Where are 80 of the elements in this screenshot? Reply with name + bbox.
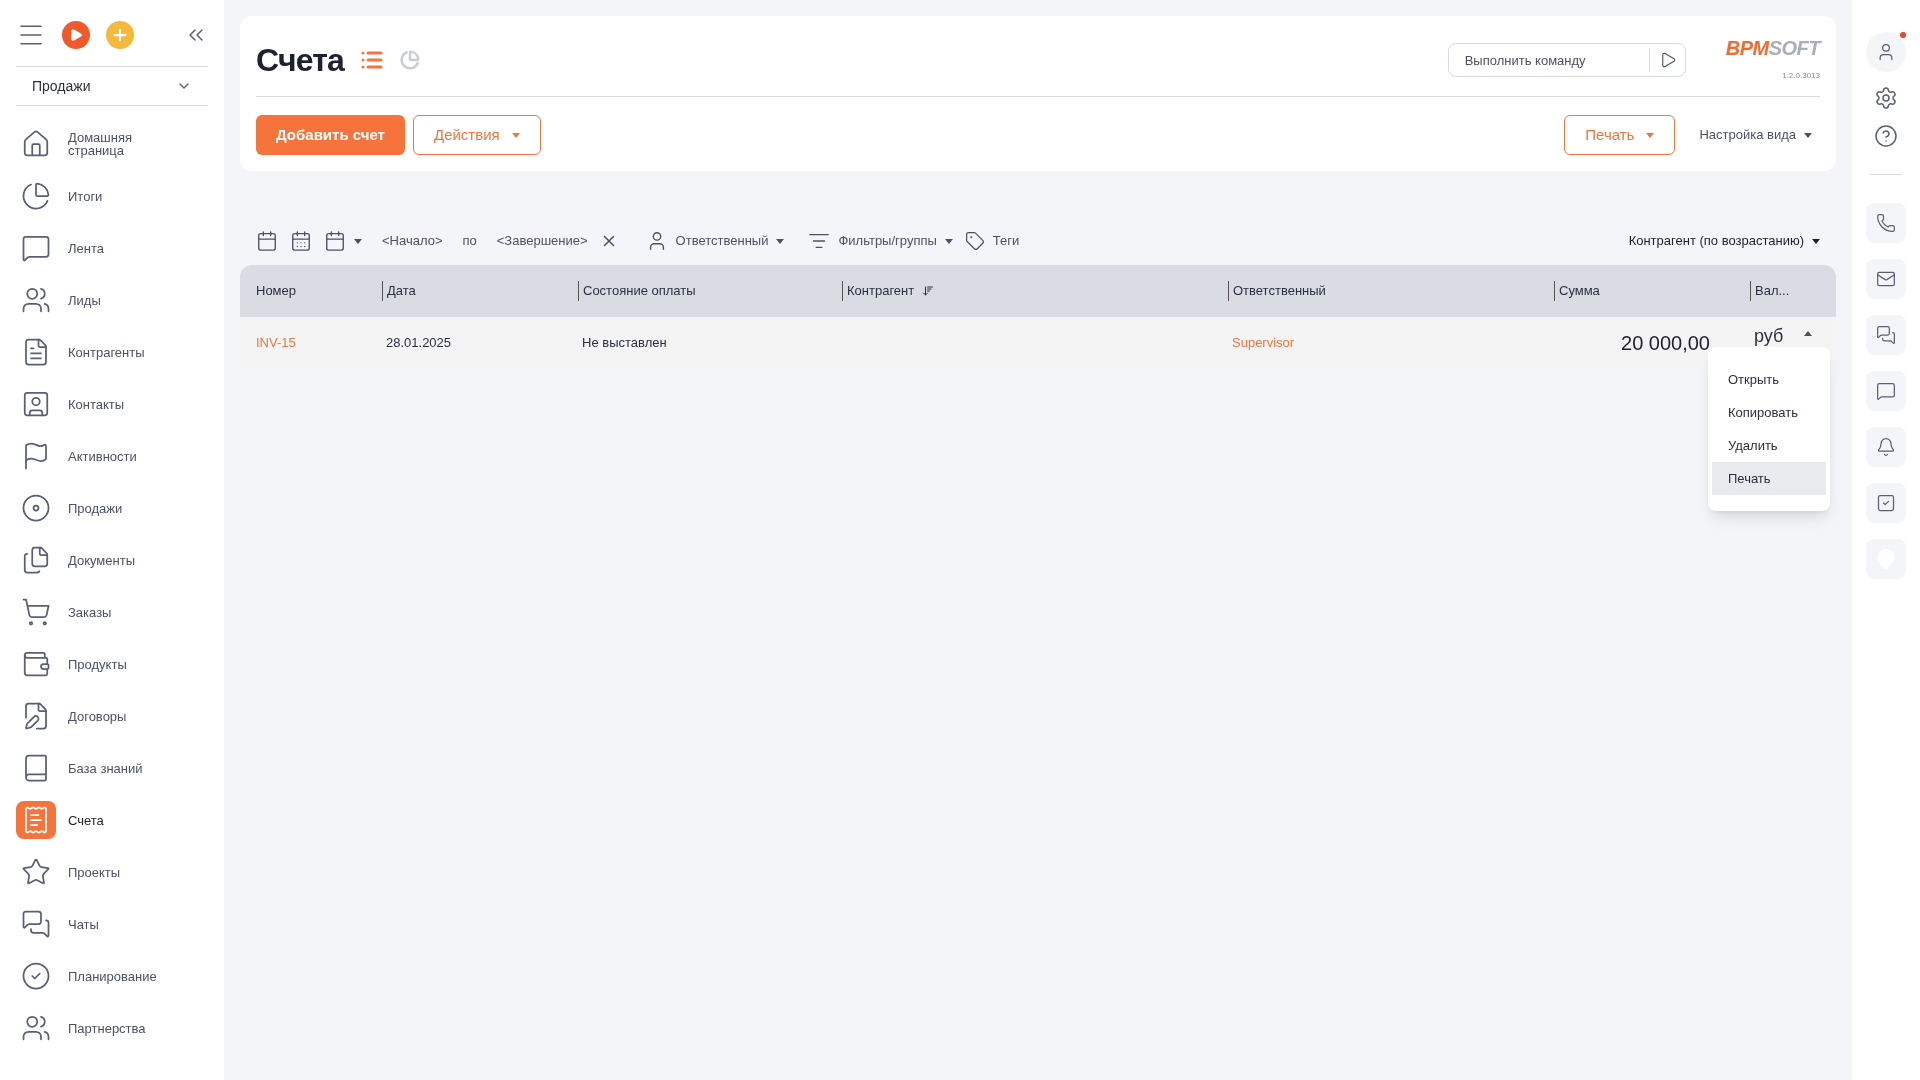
table-cell-text: Не выставлен bbox=[581, 334, 668, 353]
logo: BPMSOFT bbox=[1725, 38, 1820, 58]
sort-dropdown[interactable]: Контрагент (по возрастанию) bbox=[1628, 231, 1820, 251]
collapse-caret-icon[interactable] bbox=[1804, 330, 1812, 336]
calendar-icon[interactable] bbox=[256, 230, 278, 252]
phone-icon[interactable] bbox=[1866, 203, 1906, 243]
pie-chart-icon bbox=[21, 181, 51, 211]
settings-icon[interactable] bbox=[1874, 86, 1898, 110]
sidebar-item[interactable]: Лиды bbox=[16, 274, 208, 326]
sidebar-item[interactable]: Контрагенты bbox=[16, 326, 208, 378]
sidebar-item[interactable]: Заказы bbox=[16, 586, 208, 638]
profile-button[interactable] bbox=[1866, 32, 1906, 72]
documents-icon bbox=[21, 545, 51, 575]
column-header[interactable]: Сумма bbox=[1559, 281, 1600, 301]
version-label: 1.2.0.3013 bbox=[1782, 70, 1820, 82]
sidebar-item[interactable]: Проекты bbox=[16, 846, 208, 898]
sidebar-item[interactable]: Документы bbox=[16, 534, 208, 586]
sidebar-item[interactable]: Планирование bbox=[16, 950, 208, 1002]
tags-button[interactable]: Теги bbox=[964, 231, 1020, 251]
people-icon bbox=[21, 285, 51, 315]
column-header[interactable]: Дата bbox=[387, 281, 416, 301]
end-date-link[interactable]: <Завершение> bbox=[496, 231, 588, 251]
checkbox-icon[interactable] bbox=[1866, 483, 1906, 523]
chat-bubbles-icon bbox=[21, 909, 51, 939]
filters-groups-button[interactable]: Фильтры/группы bbox=[808, 230, 953, 252]
table-cell-text: 28.01.2025 bbox=[385, 334, 453, 353]
caret-icon bbox=[1812, 238, 1820, 244]
caret-icon bbox=[511, 132, 520, 138]
command-field[interactable]: Выполнить команду bbox=[1447, 43, 1686, 77]
menu-item[interactable]: Печать bbox=[1712, 462, 1826, 495]
chat-bubbles-icon[interactable] bbox=[1866, 315, 1906, 355]
sidebar-item[interactable]: Продажи bbox=[16, 482, 208, 534]
column-header[interactable]: Состояние оплаты bbox=[583, 281, 696, 301]
sidebar-item[interactable]: Итоги bbox=[16, 170, 208, 222]
people-icon bbox=[21, 1013, 51, 1043]
sidebar-item[interactable]: Лента bbox=[16, 222, 208, 274]
bell-icon[interactable] bbox=[1866, 427, 1906, 467]
tag-icon bbox=[964, 231, 985, 251]
disc-icon bbox=[21, 493, 51, 523]
column-header[interactable]: Ответственный bbox=[1233, 281, 1326, 301]
sidebar-item[interactable]: Договоры bbox=[16, 690, 208, 742]
home-icon bbox=[21, 129, 51, 159]
contact-card-icon bbox=[21, 389, 51, 419]
column-header[interactable]: Номер bbox=[256, 281, 296, 301]
caret-icon bbox=[1804, 132, 1812, 138]
wallet-icon bbox=[21, 649, 51, 679]
caret-icon bbox=[944, 238, 953, 244]
sort-icon[interactable] bbox=[922, 285, 935, 297]
amount-cell-text: 20 000,00 bbox=[1620, 331, 1711, 356]
sidebar-item[interactable]: Контакты bbox=[16, 378, 208, 430]
sidebar-item[interactable]: Счета bbox=[16, 794, 208, 846]
column-header[interactable]: Контрагент bbox=[847, 281, 915, 301]
section-select[interactable]: Продажи bbox=[16, 66, 208, 106]
speech-bubble-icon[interactable] bbox=[1866, 371, 1906, 411]
caret-icon bbox=[1646, 132, 1655, 138]
sidebar-item[interactable]: Домашняя страница bbox=[16, 118, 208, 170]
table-row[interactable]: INV-15 28.01.2025 Не выставлен Supervisor 20 000,00 руб bbox=[240, 317, 1836, 369]
sidebar-item[interactable]: База знаний bbox=[16, 742, 208, 794]
cart-icon bbox=[21, 597, 51, 627]
check-circle-icon bbox=[21, 961, 51, 991]
sidebar-item[interactable]: Партнерства bbox=[16, 1002, 208, 1054]
period-dropdown[interactable] bbox=[324, 230, 362, 252]
view-settings-button[interactable]: Настройка вида bbox=[1699, 125, 1812, 145]
page-title: Счета bbox=[256, 41, 345, 80]
sidebar-item[interactable]: Чаты bbox=[16, 898, 208, 950]
sidebar-item[interactable]: Активности bbox=[16, 430, 208, 482]
caret-icon bbox=[776, 238, 785, 244]
caret-icon bbox=[354, 238, 362, 244]
mail-icon[interactable] bbox=[1866, 259, 1906, 299]
calendar-icon[interactable] bbox=[290, 230, 312, 252]
help-icon[interactable] bbox=[1874, 124, 1898, 148]
currency-cell-text: руб bbox=[1753, 324, 1785, 348]
star-icon bbox=[21, 857, 51, 887]
range-separator: по bbox=[462, 232, 477, 251]
sidebar-item[interactable]: Продукты bbox=[16, 638, 208, 690]
speech-bubble-icon bbox=[21, 233, 51, 263]
start-date-link[interactable]: <Начало> bbox=[382, 231, 443, 251]
column-header[interactable]: Вал... bbox=[1755, 281, 1790, 301]
owner-filter[interactable]: Ответственный bbox=[645, 230, 785, 252]
play-icon[interactable] bbox=[62, 21, 90, 49]
